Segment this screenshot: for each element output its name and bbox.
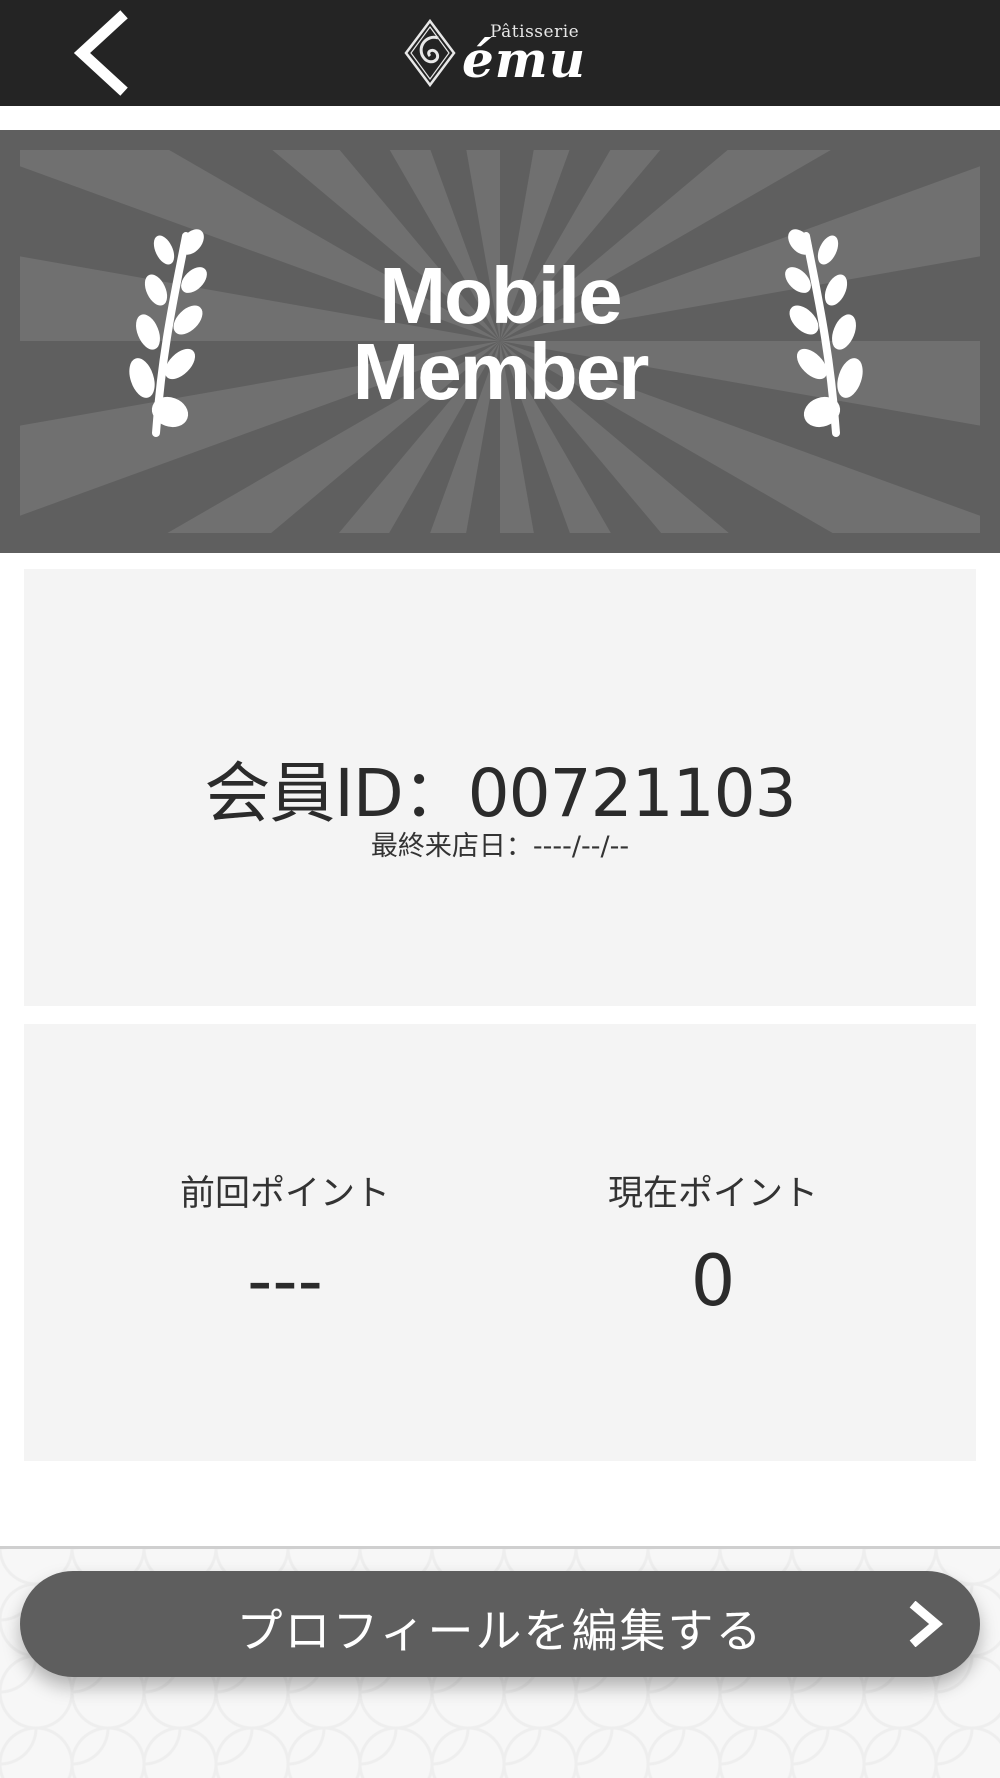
previous-points-label: 前回ポイント [179,1174,390,1214]
chevron-left-icon [73,10,128,96]
banner-title: Mobile Member [0,251,1000,416]
member-id: 会員ID：00721103 [0,740,1000,836]
app-header: Pâtisserie ému [0,0,1000,106]
member-id-value: 00721103 [467,755,797,832]
footer-divider [0,1546,1000,1549]
member-id-label: 会員ID： [204,755,468,832]
back-button[interactable] [62,10,142,96]
last-visit-label: 最終来店日： [370,831,533,862]
banner-title-line1: Mobile [379,251,622,340]
diamond-emblem-icon [404,18,456,88]
previous-points-value: --- [247,1240,323,1322]
logo-title: ému [462,30,587,89]
last-visit: 最終来店日：----/--/-- [0,824,1000,863]
edit-profile-label: プロフィールを編集する [236,1604,764,1658]
chevron-right-icon [909,1601,943,1647]
current-points-label: 現在ポイント [607,1174,818,1214]
banner-title-line2: Member [352,327,650,416]
brand-logo: Pâtisserie ému [400,16,600,90]
last-visit-value: ----/--/-- [532,831,630,862]
edit-profile-button[interactable]: プロフィールを編集する [20,1571,980,1677]
current-points-value: 0 [690,1240,736,1322]
